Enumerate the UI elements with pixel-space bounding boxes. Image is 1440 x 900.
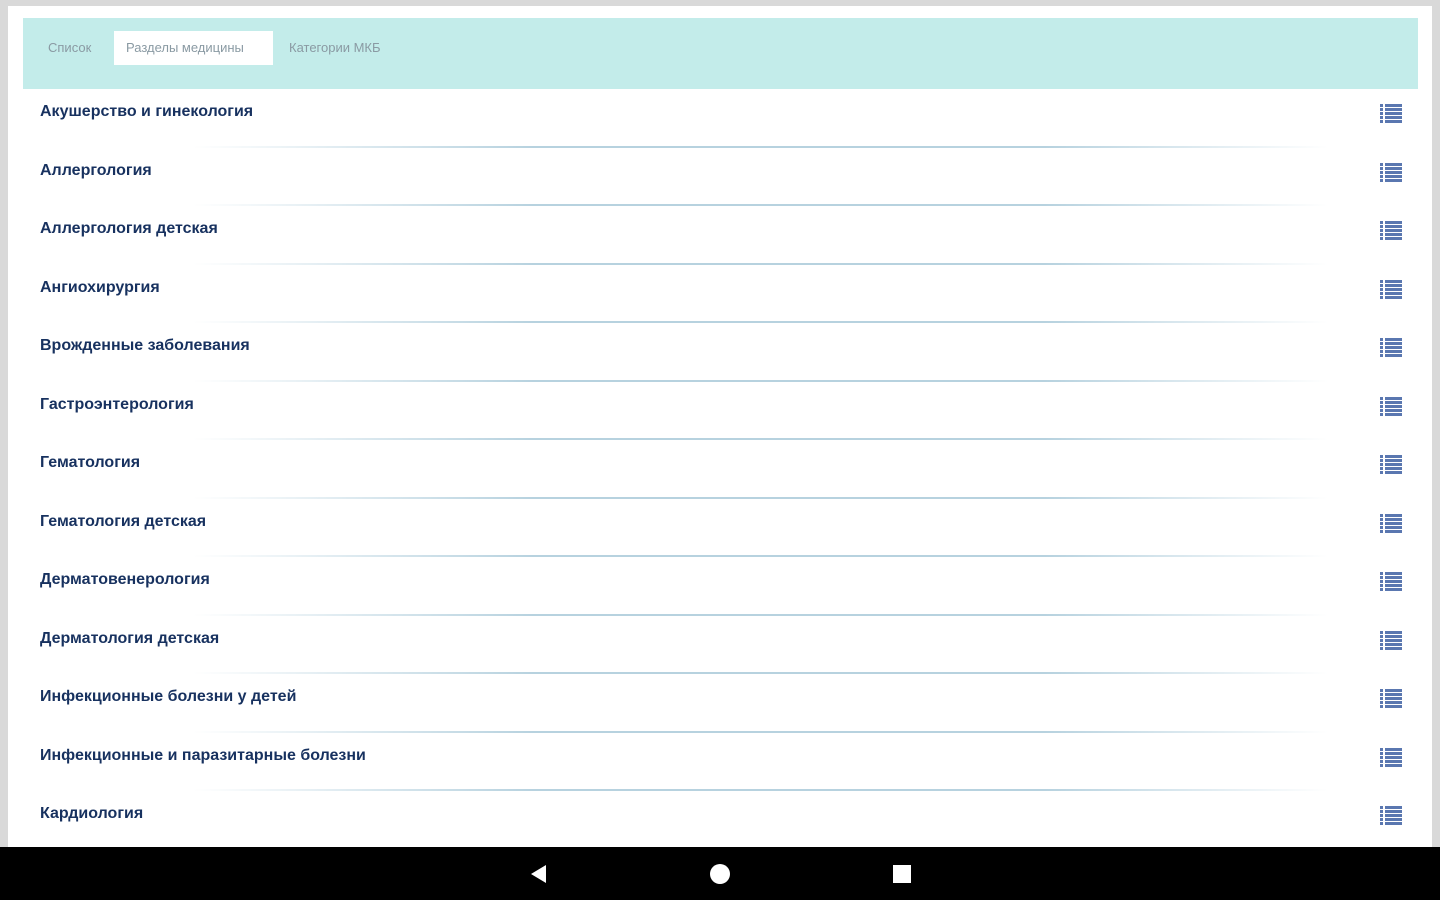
section-label: Инфекционные и паразитарные болезни bbox=[40, 746, 366, 764]
tab-bar: Список Разделы медицины Категории МКБ bbox=[23, 18, 1418, 89]
section-row[interactable]: Дерматология детская bbox=[23, 616, 1418, 674]
section-label: Акушерство и гинекология bbox=[40, 103, 254, 120]
section-row[interactable]: Дерматовенерология bbox=[23, 557, 1418, 616]
back-icon bbox=[531, 865, 546, 883]
section-row[interactable]: Гастроэнтерология bbox=[23, 382, 1418, 440]
list-icon[interactable] bbox=[1380, 630, 1402, 650]
tab-icd-categories[interactable]: Категории МКБ bbox=[277, 31, 393, 65]
recents-button[interactable] bbox=[889, 861, 915, 887]
list-icon[interactable] bbox=[1380, 279, 1402, 299]
screen: Список Разделы медицины Категории МКБ Ак… bbox=[0, 0, 1440, 900]
section-row[interactable]: Инфекционные болезни у детей bbox=[23, 674, 1418, 733]
section-label: Ангиохирургия bbox=[40, 278, 160, 296]
list-icon[interactable] bbox=[1380, 396, 1402, 416]
list-icon[interactable] bbox=[1380, 162, 1402, 182]
list-icon[interactable] bbox=[1380, 103, 1402, 123]
system-nav-bar bbox=[0, 847, 1440, 900]
list-icon[interactable] bbox=[1380, 337, 1402, 357]
section-label: Кардиология bbox=[40, 805, 144, 822]
tab-list[interactable]: Список bbox=[36, 31, 103, 65]
list-icon[interactable] bbox=[1380, 805, 1402, 825]
section-label: Инфекционные болезни у детей bbox=[40, 688, 297, 705]
section-row[interactable]: Аллергология bbox=[23, 148, 1418, 206]
section-row[interactable]: Инфекционные и паразитарные болезни bbox=[23, 733, 1418, 791]
list-icon[interactable] bbox=[1380, 571, 1402, 591]
section-row[interactable]: Ангиохирургия bbox=[23, 265, 1418, 323]
back-button[interactable] bbox=[526, 861, 552, 887]
section-list: Акушерство и гинекология Аллергология Алле… bbox=[23, 89, 1418, 847]
section-row[interactable]: Аллергология детская bbox=[23, 206, 1418, 265]
section-label: Врожденные заболевания bbox=[40, 337, 250, 354]
home-icon bbox=[710, 864, 730, 884]
section-label: Аллергология детская bbox=[40, 220, 218, 237]
section-label: Гематология детская bbox=[40, 512, 207, 530]
section-label: Гастроэнтерология bbox=[40, 395, 194, 413]
section-row[interactable]: Гематология детская bbox=[23, 499, 1418, 557]
section-row[interactable]: Гематология bbox=[23, 440, 1418, 499]
section-row[interactable]: Врожденные заболевания bbox=[23, 323, 1418, 382]
section-label: Дерматовенерология bbox=[40, 571, 210, 588]
section-row[interactable]: Кардиология bbox=[23, 791, 1418, 847]
list-icon[interactable] bbox=[1380, 454, 1402, 474]
section-label: Аллергология bbox=[40, 161, 152, 179]
list-icon[interactable] bbox=[1380, 747, 1402, 767]
app-surface: Список Разделы медицины Категории МКБ Ак… bbox=[8, 6, 1432, 847]
section-label: Дерматология детская bbox=[40, 629, 220, 647]
list-icon[interactable] bbox=[1380, 688, 1402, 708]
section-row[interactable]: Акушерство и гинекология bbox=[23, 89, 1418, 148]
home-button[interactable] bbox=[707, 861, 733, 887]
list-icon[interactable] bbox=[1380, 220, 1402, 240]
list-icon[interactable] bbox=[1380, 513, 1402, 533]
recents-icon bbox=[893, 865, 911, 883]
tab-medical-sections[interactable]: Разделы медицины bbox=[114, 31, 273, 65]
section-label: Гематология bbox=[40, 454, 141, 471]
